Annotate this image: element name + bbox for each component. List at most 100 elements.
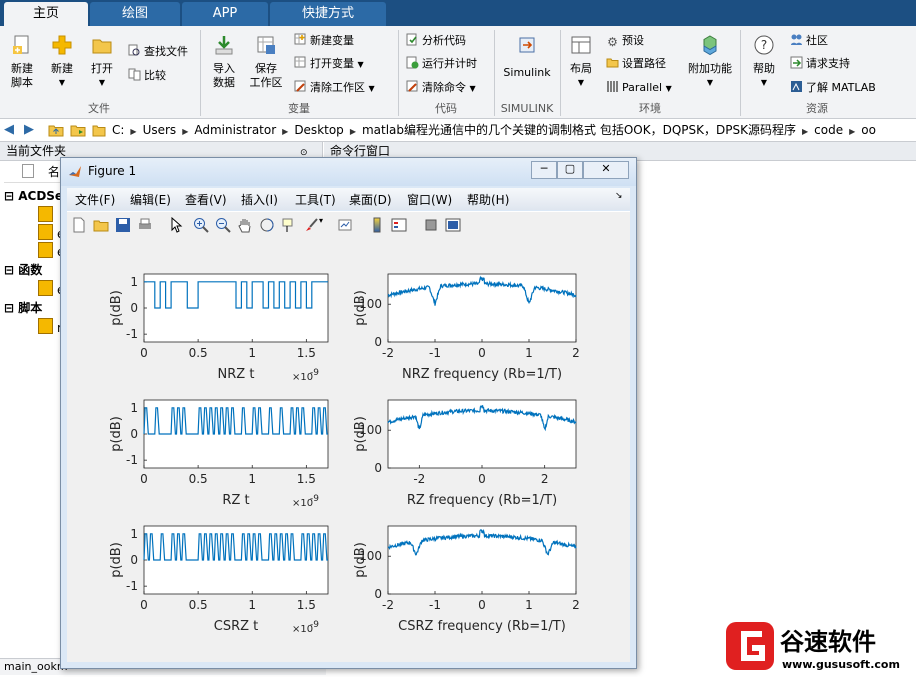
figure-window[interactable]: Figure 1 ─ ▢ ✕ 文件(F) 编辑(E) 查看(V) 插入(I) 工…	[60, 157, 637, 669]
tree-section-header[interactable]: ⊟ 函数	[4, 262, 42, 278]
data-cursor-icon[interactable]	[281, 217, 297, 233]
legend-icon[interactable]	[391, 217, 407, 233]
save-workspace-button[interactable]: 保存 工作区	[246, 34, 286, 90]
figure-titlebar[interactable]: Figure 1 ─ ▢ ✕	[61, 158, 636, 186]
brush-icon[interactable]	[303, 217, 319, 233]
dock-arrow-icon[interactable]: ↘	[615, 191, 623, 201]
close-button[interactable]: ✕	[583, 161, 629, 179]
link-plot-icon[interactable]	[337, 217, 353, 233]
print-icon[interactable]	[137, 217, 153, 233]
import-data-button[interactable]: 导入 数据	[206, 34, 242, 90]
menu-help[interactable]: 帮助(H)	[467, 191, 509, 208]
forward-arrow-icon[interactable]: ▶	[24, 122, 34, 137]
help-icon: ?	[754, 35, 774, 55]
breadcrumb-item[interactable]: code	[814, 123, 843, 137]
rotate-3d-icon[interactable]	[259, 217, 275, 233]
menu-window[interactable]: 窗口(W)	[407, 191, 452, 208]
community-button[interactable]: 社区	[790, 32, 828, 50]
analyze-code-button[interactable]: 分析代码	[406, 32, 466, 50]
back-arrow-icon[interactable]: ◀	[4, 122, 14, 137]
open-button[interactable]: 打开 ▼	[84, 34, 120, 90]
y-tick-label: 0	[374, 587, 382, 601]
hide-plot-tools-icon[interactable]	[423, 217, 439, 233]
request-support-button[interactable]: 请求支持	[790, 55, 850, 73]
addons-button[interactable]: 附加功能 ▼	[686, 34, 734, 90]
breadcrumb-separator-icon[interactable]: ▶	[849, 127, 855, 136]
y-axis-label: p(dB)	[353, 416, 368, 452]
breadcrumb-item[interactable]: matlab编程光通信中的几个关键的调制格式 包括OOK，DQPSK，DPSK源…	[362, 123, 796, 137]
breadcrumb-separator-icon[interactable]: ▶	[182, 127, 188, 136]
save-icon[interactable]	[115, 217, 131, 233]
new-script-button[interactable]: 新建 脚本	[4, 34, 40, 90]
breadcrumb-separator-icon[interactable]: ▶	[350, 127, 356, 136]
clear-commands-button[interactable]: 清除命令 ▼	[406, 79, 476, 97]
set-path-button[interactable]: 设置路径	[606, 55, 666, 73]
new-button[interactable]: 新建 ▼	[44, 34, 80, 90]
browse-folder-icon[interactable]	[70, 122, 86, 138]
breadcrumb-item[interactable]: oo	[861, 123, 876, 137]
compare-button[interactable]: 比较	[128, 67, 166, 85]
breadcrumb-separator-icon[interactable]: ▶	[282, 127, 288, 136]
folder-icon	[92, 39, 112, 54]
open-file-icon[interactable]	[93, 217, 109, 233]
tree-file-item[interactable]	[38, 206, 57, 224]
tab-plots[interactable]: 绘图	[90, 2, 180, 26]
subplots[interactable]: 0 0.5 1 1.5-101NRZ tp(dB)×10-9-2 -1 0 1 20100NR…	[67, 238, 630, 662]
group-file: 文件	[88, 102, 110, 115]
menu-file[interactable]: 文件(F)	[75, 191, 115, 208]
menu-view[interactable]: 查看(V)	[185, 191, 227, 208]
tree-section-header[interactable]: ⊟ 脚本	[4, 300, 42, 316]
run-and-time-button[interactable]: 运行并计时	[406, 55, 477, 73]
chevron-down-icon[interactable]: ▾	[319, 216, 335, 232]
divider	[560, 30, 561, 116]
maximize-button[interactable]: ▢	[557, 161, 583, 179]
breadcrumb: C: ▶ Users ▶ Administrator ▶ Desktop ▶ matlab编程光…	[112, 119, 876, 141]
x-tick-label: 2	[541, 472, 549, 486]
simulink-button[interactable]: Simulink	[500, 34, 554, 80]
menu-tools[interactable]: 工具(T)	[295, 191, 336, 208]
find-files-button[interactable]: 查找文件	[128, 43, 188, 61]
open-variable-button[interactable]: 打开变量 ▼	[294, 55, 364, 73]
x-tick-label: 1	[248, 346, 256, 360]
breadcrumb-separator-icon[interactable]: ▶	[130, 127, 136, 136]
colorbar-icon[interactable]	[369, 217, 385, 233]
tab-apps[interactable]: APP	[182, 2, 268, 26]
tree-section-header[interactable]: ⊟ ACDSe	[4, 188, 63, 204]
zoom-out-icon[interactable]	[215, 217, 231, 233]
breadcrumb-item[interactable]: Users	[143, 123, 177, 137]
learn-matlab-button[interactable]: 了解 MATLAB	[790, 79, 876, 97]
new-variable-button[interactable]: 新建变量	[294, 32, 354, 50]
minimize-button[interactable]: ─	[531, 161, 557, 179]
menu-edit[interactable]: 编辑(E)	[130, 191, 171, 208]
y-axis-label: p(dB)	[353, 542, 368, 578]
preferences-button[interactable]: ⚙ 预设	[606, 32, 644, 50]
new-variable-label: 新建变量	[310, 34, 354, 47]
breadcrumb-separator-icon[interactable]: ▶	[802, 127, 808, 136]
layout-button[interactable]: 布局 ▼	[564, 34, 598, 90]
parallel-button[interactable]: Parallel ▼	[606, 79, 672, 97]
new-figure-icon[interactable]	[71, 217, 87, 233]
help-button[interactable]: ? 帮助 ▼	[746, 34, 782, 90]
tab-home[interactable]: 主页	[4, 2, 88, 26]
compare-icon	[128, 68, 141, 81]
zoom-in-icon[interactable]	[193, 217, 209, 233]
axes-box	[387, 399, 577, 469]
tab-shortcuts[interactable]: 快捷方式	[270, 2, 386, 26]
up-folder-icon[interactable]	[48, 122, 64, 138]
breadcrumb-item[interactable]: C:	[112, 123, 124, 137]
pan-hand-icon[interactable]	[237, 217, 253, 233]
menu-insert[interactable]: 插入(I)	[241, 191, 278, 208]
subplot-axes: -2 -1 0 1 20100CSRZ frequency (Rb=1/T)p(dB)	[353, 525, 580, 634]
chevron-down-icon: ▼	[98, 78, 106, 87]
simulink-label: Simulink	[503, 66, 551, 79]
subplot-axes: -2 0 20100RZ frequency (Rb=1/T)p(dB)	[353, 399, 577, 508]
x-tick-label: 1	[248, 598, 256, 612]
y-axis-label: p(dB)	[109, 416, 124, 452]
plot-area[interactable]: 0 0.5 1 1.5 -1 0 1 NRZ t p(dB) ×10 -9 -2 -1 0 1 2 0 100 NR…	[67, 238, 630, 662]
breadcrumb-item[interactable]: Administrator	[194, 123, 276, 137]
breadcrumb-item[interactable]: Desktop	[294, 123, 344, 137]
clear-workspace-button[interactable]: 清除工作区 ▼	[294, 79, 375, 97]
pointer-icon[interactable]	[169, 217, 185, 233]
show-plot-tools-icon[interactable]	[445, 217, 461, 233]
menu-desktop[interactable]: 桌面(D)	[349, 191, 392, 208]
